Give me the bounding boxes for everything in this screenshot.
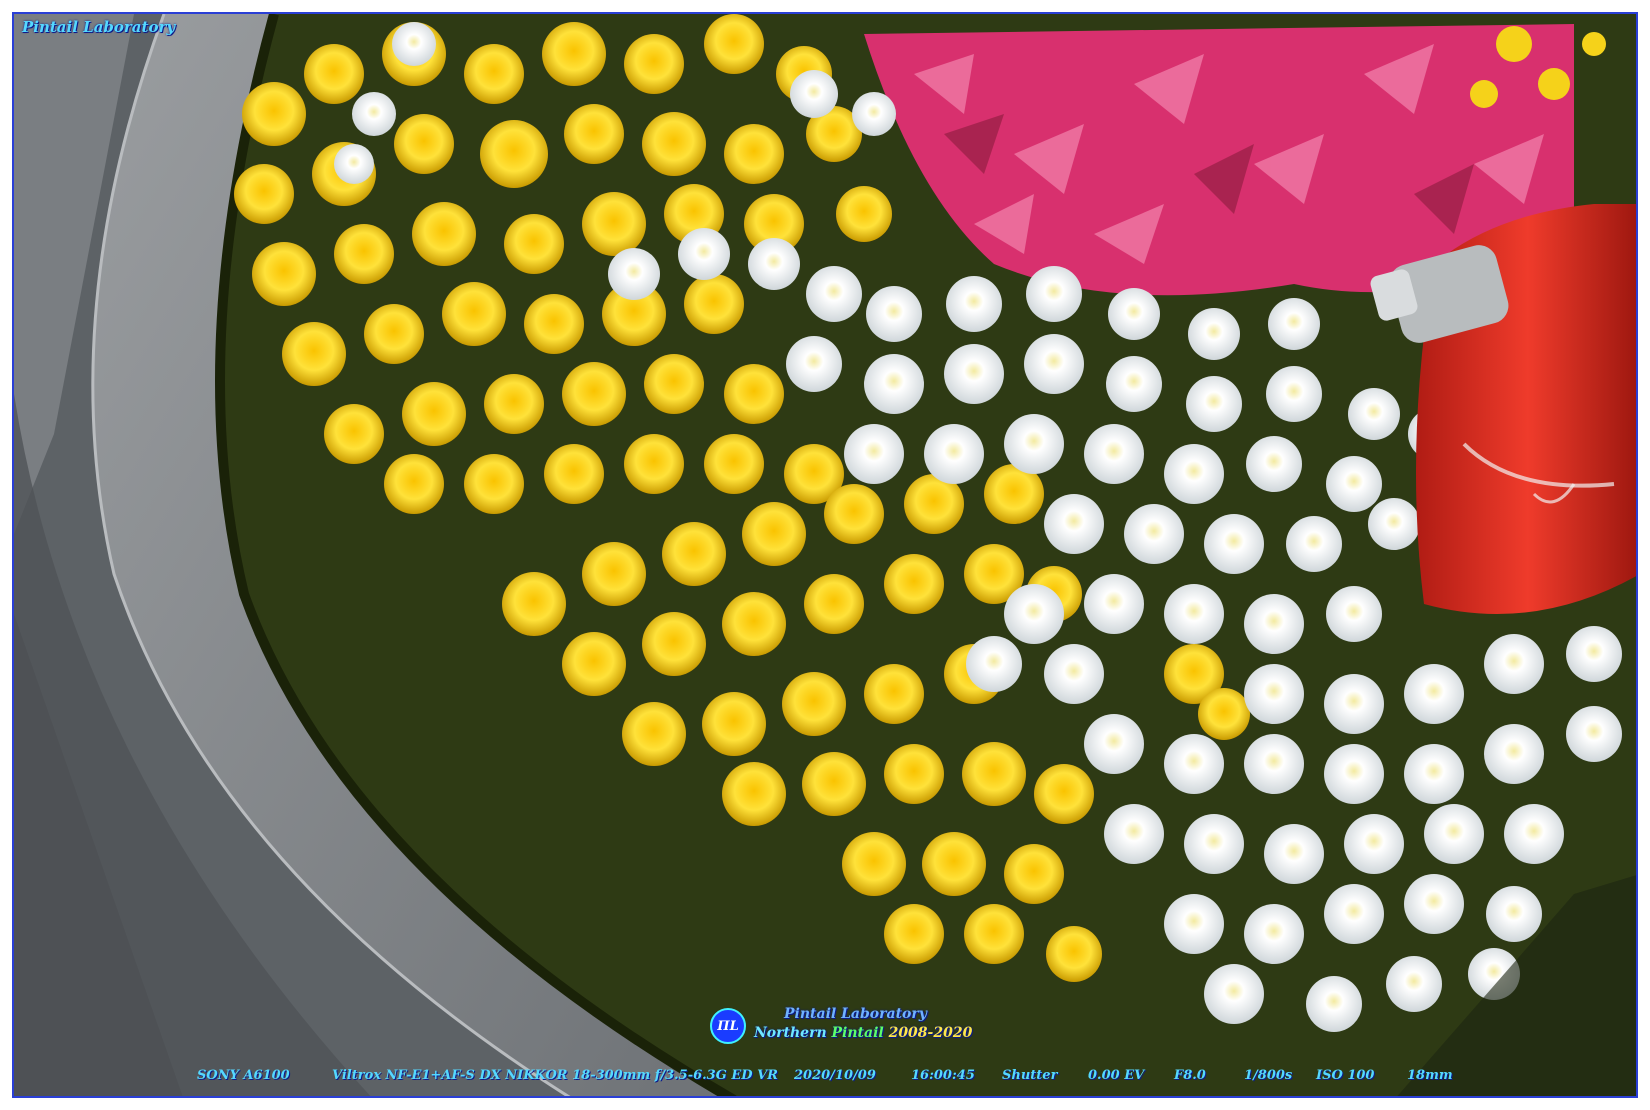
brand-tagline-b: Pintail xyxy=(831,1025,884,1041)
exif-shutter: 1/800s xyxy=(1244,1068,1293,1083)
brand-tagline-c: 2008-2020 xyxy=(883,1025,973,1041)
top-watermark: Pintail Laboratory xyxy=(22,18,176,36)
exif-date: 2020/10/09 xyxy=(794,1068,876,1083)
exif-focal: 18mm xyxy=(1407,1068,1453,1083)
photo-footer: ΠL Pintail Laboratory Northern Pintail 2… xyxy=(14,1006,1636,1096)
exif-mode: Shutter xyxy=(1002,1068,1058,1083)
brand-tagline: Northern Pintail 2008-2020 xyxy=(754,1025,972,1041)
brand-tagline-a: Northern xyxy=(754,1025,832,1041)
brand-logo-icon: ΠL xyxy=(710,1008,746,1044)
exif-time: 16:00:45 xyxy=(911,1068,975,1083)
photo-frame: Pintail Laboratory ΠL Pintail Laboratory… xyxy=(12,12,1638,1098)
exif-camera: SONY A6100 xyxy=(197,1068,290,1083)
flowerbed-photo xyxy=(14,14,1636,1096)
exif-ev: 0.00 EV xyxy=(1088,1068,1145,1083)
exif-lens: Viltrox NF-E1+AF-S DX NIKKOR 18-300mm f/… xyxy=(332,1068,778,1083)
exif-strip: SONY A6100 Viltrox NF-E1+AF-S DX NIKKOR … xyxy=(14,1068,1636,1088)
brand-name: Pintail Laboratory xyxy=(784,1006,927,1022)
exif-aperture: F8.0 xyxy=(1174,1068,1206,1083)
exif-iso: ISO 100 xyxy=(1316,1068,1375,1083)
